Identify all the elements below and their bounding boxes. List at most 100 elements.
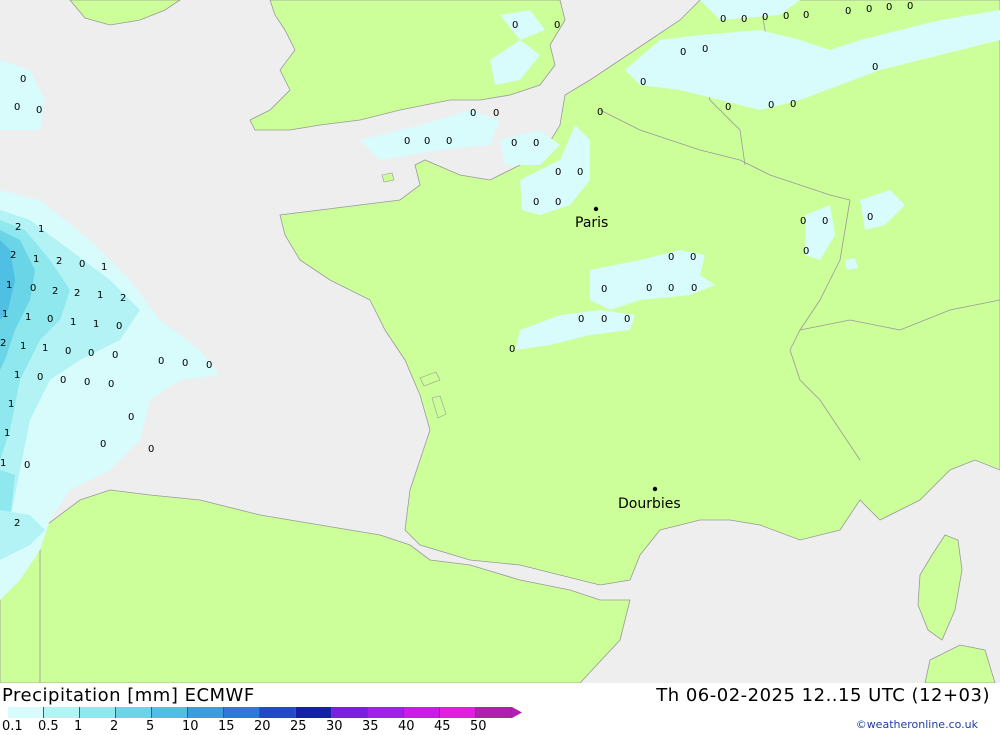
legend-label: 1 — [74, 719, 83, 734]
legend-label: 5 — [146, 719, 155, 734]
legend-label: 15 — [218, 719, 235, 734]
precip-value: 0 — [640, 77, 646, 88]
precip-value: 0 — [597, 107, 603, 118]
precip-value: 0 — [803, 10, 809, 21]
precip-value: 1 — [8, 399, 14, 410]
precip-value: 0 — [577, 167, 583, 178]
precip-value: 0 — [14, 102, 20, 113]
precip-value: 0 — [790, 99, 796, 110]
legend-swatch — [332, 707, 368, 718]
land-island-jersey — [381, 172, 395, 183]
legend-arrow-icon — [512, 707, 522, 718]
credit-link[interactable]: ©weatheronline.co.uk — [856, 718, 978, 731]
precip-value: 0 — [555, 197, 561, 208]
precip-value: 0 — [624, 314, 630, 325]
precip-value: 0 — [509, 344, 515, 355]
precip-value: 1 — [14, 370, 20, 381]
precip-value: 0 — [424, 136, 430, 147]
precip-value: 1 — [6, 280, 12, 291]
legend-label: 2 — [110, 719, 119, 734]
precip-value: 0 — [867, 212, 873, 223]
precip-value: 1 — [20, 341, 26, 352]
precip-value: 0 — [84, 377, 90, 388]
precip-value: 0 — [404, 136, 410, 147]
legend-label: 50 — [470, 719, 487, 734]
precip-value: 0 — [872, 62, 878, 73]
legend-swatch — [44, 707, 80, 718]
precip-value: 0 — [803, 246, 809, 257]
precip-value: 2 — [120, 293, 126, 304]
precip-value: 0 — [112, 350, 118, 361]
legend-label: 25 — [290, 719, 307, 734]
legend-swatch — [440, 707, 476, 718]
precip-value: 0 — [446, 136, 452, 147]
map-footer: Precipitation [mm] ECMWF Th 06-02-2025 1… — [0, 683, 1000, 734]
precip-value: 1 — [2, 309, 8, 320]
precip-value: 0 — [768, 100, 774, 111]
precip-value: 0 — [24, 460, 30, 471]
precip-value: 1 — [101, 262, 107, 273]
legend-swatch — [188, 707, 224, 718]
legend-swatch — [368, 707, 404, 718]
precip-value: 1 — [25, 312, 31, 323]
precip-value: 0 — [47, 314, 53, 325]
precip-value: 0 — [702, 44, 708, 55]
precip-value: 0 — [601, 314, 607, 325]
precip-value: 1 — [38, 224, 44, 235]
precip-value: 2 — [0, 338, 6, 349]
precip-value: 0 — [886, 2, 892, 13]
precip-value: 0 — [20, 74, 26, 85]
legend-label: 10 — [182, 719, 199, 734]
legend-label: 0.5 — [38, 719, 59, 734]
precip-value: 0 — [741, 14, 747, 25]
precip-value: 0 — [907, 1, 913, 12]
precip-value: 0 — [680, 47, 686, 58]
precip-value: 1 — [33, 254, 39, 265]
legend-swatch — [260, 707, 296, 718]
precip-value: 1 — [70, 317, 76, 328]
precip-value: 2 — [15, 222, 21, 233]
precip-value: 0 — [533, 138, 539, 149]
legend-label: 45 — [434, 719, 451, 734]
city-label: Dourbies — [618, 496, 681, 512]
legend-swatch — [224, 707, 260, 718]
precip-value: 0 — [783, 11, 789, 22]
precip-value: 0 — [36, 105, 42, 116]
precip-value: 0 — [37, 372, 43, 383]
precip-value: 0 — [511, 138, 517, 149]
precip-value: 0 — [158, 356, 164, 367]
legend-swatch — [152, 707, 188, 718]
precip-value: 0 — [720, 14, 726, 25]
legend-label: 35 — [362, 719, 379, 734]
precip-value: 0 — [762, 12, 768, 23]
precip-value: 0 — [668, 283, 674, 294]
city-label: Paris — [575, 215, 608, 231]
precip-value: 0 — [108, 379, 114, 390]
precip-value: 0 — [601, 284, 607, 295]
precip-value: 1 — [93, 319, 99, 330]
city-marker — [593, 206, 599, 212]
legend-swatch — [116, 707, 152, 718]
legend-swatch — [296, 707, 332, 718]
legend-label: 0.1 — [2, 719, 23, 734]
precipitation-map: 0 0 0 0 0 0 0 0 0 0 0 0 0 0 0 0 0 0 0 0 … — [0, 0, 1000, 684]
precip-value: 0 — [578, 314, 584, 325]
legend-label: 20 — [254, 719, 271, 734]
precip-value: 0 — [668, 252, 674, 263]
precip-value: 0 — [866, 4, 872, 15]
precip-value: 0 — [100, 439, 106, 450]
legend-swatch — [80, 707, 116, 718]
precip-value: 0 — [554, 20, 560, 31]
precip-value: 0 — [691, 283, 697, 294]
precip-value: 0 — [65, 346, 71, 357]
precip-value: 0 — [88, 348, 94, 359]
precip-value: 2 — [10, 250, 16, 261]
precip-value: 0 — [822, 216, 828, 227]
precip-value: 0 — [128, 412, 134, 423]
precip-value: 0 — [800, 216, 806, 227]
precip-value: 2 — [74, 288, 80, 299]
precip-value: 0 — [845, 6, 851, 17]
precip-value: 0 — [470, 108, 476, 119]
precip-value: 0 — [512, 20, 518, 31]
precip-value: 0 — [206, 360, 212, 371]
